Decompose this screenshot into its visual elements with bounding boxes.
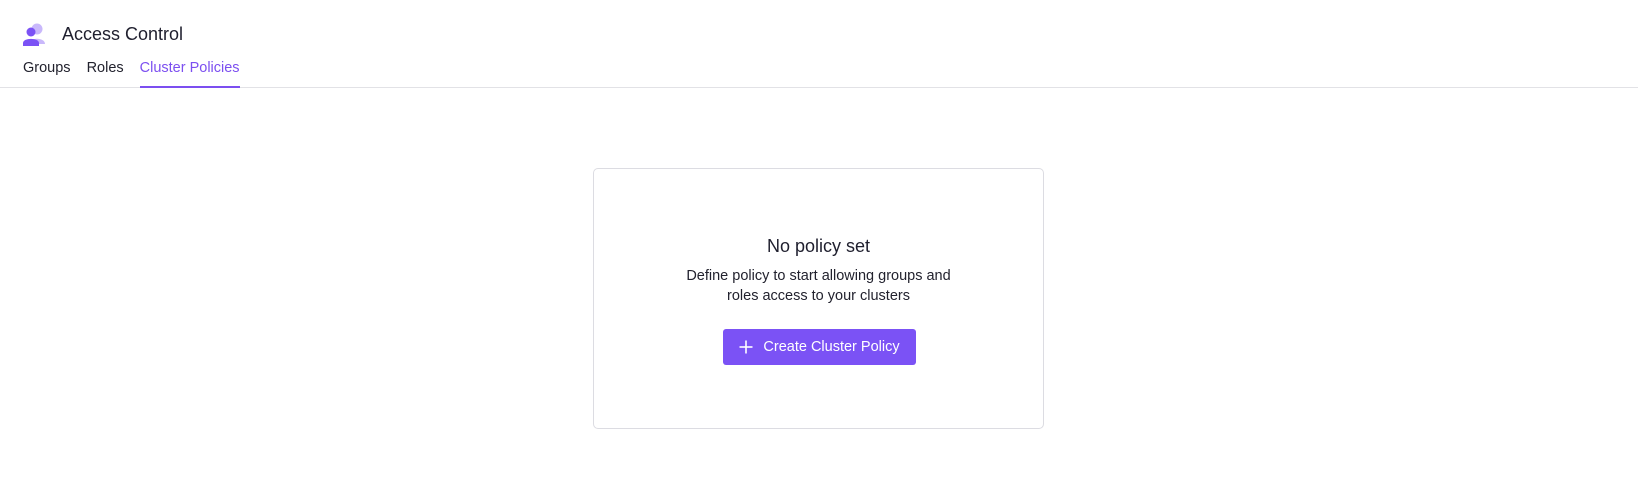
empty-state-card: No policy set Define policy to start all… (593, 168, 1044, 429)
empty-state-description: Define policy to start allowing groups a… (686, 268, 951, 304)
tab-groups[interactable]: Groups (23, 57, 71, 88)
empty-state-title: No policy set (766, 236, 871, 256)
tab-roles[interactable]: Roles (87, 57, 124, 88)
tab-bar: Groups Roles Cluster Policies (23, 57, 256, 88)
page-title: Access Control (62, 23, 184, 44)
create-cluster-policy-label: Create Cluster Policy (763, 339, 900, 355)
users-icon (23, 22, 45, 46)
title-row: Access Control (23, 22, 183, 46)
page-header: Access Control Groups Roles Cluster Poli… (0, 0, 1638, 88)
create-cluster-policy-button[interactable]: Create Cluster Policy (723, 329, 916, 365)
tab-cluster-policies[interactable]: Cluster Policies (139, 57, 240, 88)
plus-icon (739, 340, 753, 354)
